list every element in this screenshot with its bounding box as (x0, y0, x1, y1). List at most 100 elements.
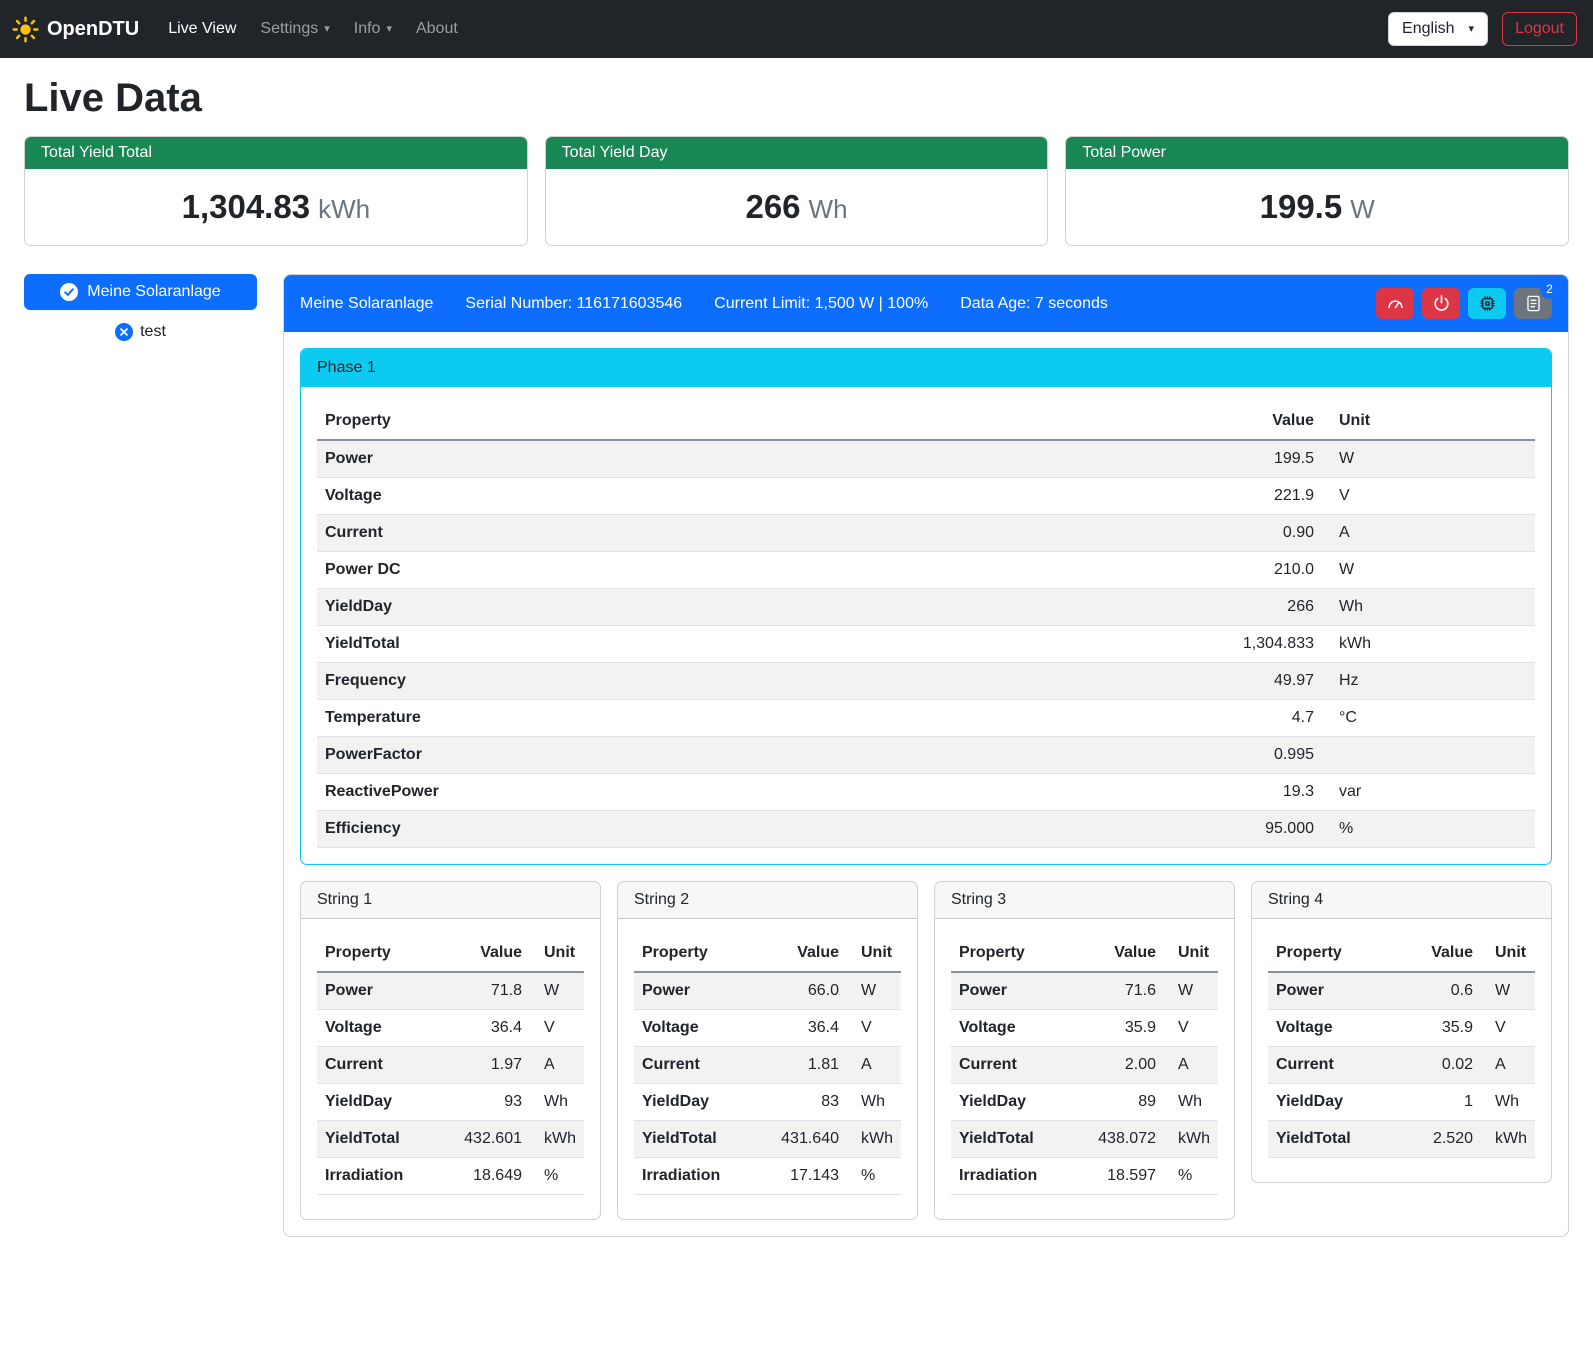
table-row: Voltage 35.9 V (1268, 1010, 1535, 1047)
column-header-value: Value (918, 403, 1322, 440)
row-unit: V (1322, 478, 1535, 515)
row-property: Temperature (317, 700, 918, 737)
row-unit: % (847, 1158, 901, 1195)
row-unit: A (847, 1047, 901, 1084)
row-unit (1322, 737, 1535, 774)
string-1-card: String 1 Property Value Unit (300, 881, 601, 1220)
row-value: 0.90 (918, 515, 1322, 552)
x-circle-icon (115, 323, 133, 341)
row-value: 83 (755, 1084, 847, 1121)
string-card-title: String 2 (618, 882, 917, 919)
table-row: YieldDay 1 Wh (1268, 1084, 1535, 1121)
table-row: YieldTotal 432.601 kWh (317, 1121, 584, 1158)
row-unit: kWh (1481, 1121, 1535, 1158)
table-row: Irradiation 18.597 % (951, 1158, 1218, 1195)
device-info-button[interactable] (1468, 288, 1506, 319)
string-2-card: String 2 Property Value Unit (617, 881, 918, 1220)
row-unit: Wh (1322, 589, 1535, 626)
string-table: Property Value Unit Power (951, 935, 1218, 1195)
column-header-unit: Unit (847, 935, 901, 972)
row-value: 71.8 (438, 972, 530, 1010)
row-unit: W (1481, 972, 1535, 1010)
event-log-button[interactable]: 2 (1514, 288, 1552, 319)
row-property: YieldDay (951, 1084, 1072, 1121)
language-select[interactable]: English ▾ (1388, 12, 1488, 46)
row-value: 432.601 (438, 1121, 530, 1158)
table-row: PowerFactor 0.995 (317, 737, 1535, 774)
row-property: Current (1268, 1047, 1389, 1084)
column-header-value: Value (1072, 935, 1164, 972)
table-row: Current 2.00 A (951, 1047, 1218, 1084)
summary-value: 1,304.83 (182, 188, 310, 225)
nav-about[interactable]: About (405, 12, 469, 46)
row-property: YieldDay (317, 1084, 438, 1121)
row-property: YieldTotal (634, 1121, 755, 1158)
row-unit: W (847, 972, 901, 1010)
row-value: 2.00 (1072, 1047, 1164, 1084)
inverter-select-button-selected[interactable]: Meine Solaranlage (24, 274, 257, 310)
column-header-unit: Unit (1481, 935, 1535, 972)
nav-info[interactable]: Info▾ (343, 12, 403, 46)
string-table-body: Power 0.6 W Voltage 35.9 V (1268, 972, 1535, 1158)
summary-value: 266 (745, 188, 800, 225)
language-select-value: English (1402, 20, 1454, 38)
phase-table-body: Power 199.5 W Voltage 221.9 V (317, 440, 1535, 848)
table-row: Power 0.6 W (1268, 972, 1535, 1010)
column-header-property: Property (951, 935, 1072, 972)
logout-button[interactable]: Logout (1502, 12, 1577, 46)
row-value: 221.9 (918, 478, 1322, 515)
phase-card-title: Phase 1 (301, 349, 1551, 387)
row-unit: % (1322, 811, 1535, 848)
row-value: 35.9 (1072, 1010, 1164, 1047)
string-3-card: String 3 Property Value Unit (934, 881, 1235, 1220)
chevron-down-icon: ▾ (1469, 24, 1475, 35)
row-property: Frequency (317, 663, 918, 700)
summary-unit: W (1350, 194, 1375, 224)
row-property: Power (634, 972, 755, 1010)
row-property: Current (951, 1047, 1072, 1084)
column-header-unit: Unit (1164, 935, 1218, 972)
main-nav: Live View Settings ▾ Info▾ About (157, 12, 469, 46)
row-property: Power (317, 972, 438, 1010)
table-header-row: Property Value Unit (634, 935, 901, 972)
table-row: Current 1.81 A (634, 1047, 901, 1084)
nav-live-view[interactable]: Live View (157, 12, 247, 46)
table-row: Voltage 35.9 V (951, 1010, 1218, 1047)
limit-settings-button[interactable] (1376, 288, 1414, 319)
chevron-down-icon: ▾ (324, 24, 330, 35)
total-power-card: Total Power 199.5W (1065, 136, 1569, 246)
table-row: YieldTotal 438.072 kWh (951, 1121, 1218, 1158)
summary-value: 199.5 (1260, 188, 1343, 225)
row-unit: kWh (1322, 626, 1535, 663)
string-card-body: Property Value Unit Power (301, 919, 600, 1219)
content-row: Meine Solaranlage test Meine Solaranlage… (24, 274, 1569, 1237)
row-value: 19.3 (918, 774, 1322, 811)
string-table: Property Value Unit Power (1268, 935, 1535, 1158)
row-value: 0.995 (918, 737, 1322, 774)
nav-settings-label: Settings (260, 20, 318, 38)
nav-about-label: About (416, 20, 458, 38)
table-row: YieldDay 93 Wh (317, 1084, 584, 1121)
brand-link[interactable]: OpenDTU (12, 16, 139, 43)
row-property: Current (317, 515, 918, 552)
table-row: Temperature 4.7 °C (317, 700, 1535, 737)
journal-list-icon (1524, 294, 1543, 313)
row-property: Voltage (634, 1010, 755, 1047)
row-value: 2.520 (1389, 1121, 1481, 1158)
row-unit: kWh (847, 1121, 901, 1158)
row-property: Voltage (951, 1010, 1072, 1047)
inverter-select-button-test[interactable]: test (24, 323, 257, 341)
table-row: Irradiation 17.143 % (634, 1158, 901, 1195)
summary-card-body: 1,304.83kWh (25, 169, 527, 245)
string-table-body: Power 71.6 W Voltage 35.9 V (951, 972, 1218, 1195)
string-card-title: String 1 (301, 882, 600, 919)
nav-settings[interactable]: Settings ▾ (249, 12, 340, 46)
row-value: 1 (1389, 1084, 1481, 1121)
page-container: Live Data Total Yield Total 1,304.83kWh … (0, 76, 1593, 1267)
table-header-row: Property Value Unit (317, 935, 584, 972)
power-button[interactable] (1422, 288, 1460, 319)
row-unit: A (1322, 515, 1535, 552)
summary-card-body: 266Wh (546, 169, 1048, 245)
sun-icon (12, 16, 39, 43)
row-value: 95.000 (918, 811, 1322, 848)
